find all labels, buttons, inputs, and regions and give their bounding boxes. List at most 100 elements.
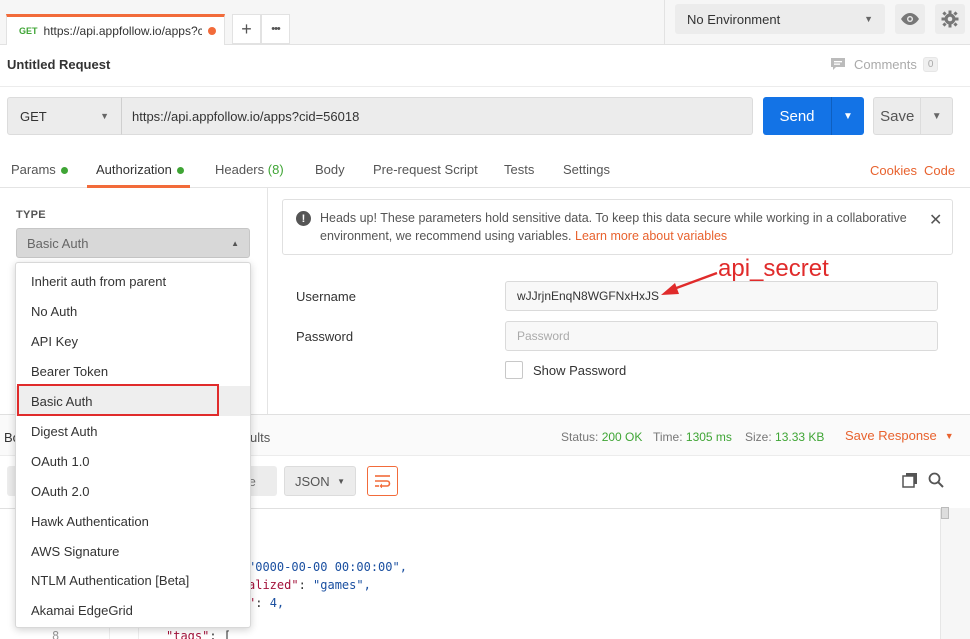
menu-item-api-key[interactable]: API Key (16, 326, 250, 356)
comments-label: Comments (854, 57, 917, 72)
save-options-chevron-icon[interactable]: ▼ (920, 98, 952, 134)
format-select[interactable]: JSON ▼ (284, 466, 356, 496)
tab-prerequest-script[interactable]: Pre-request Script (373, 162, 478, 177)
info-icon: ! (296, 211, 311, 226)
code-punct: : (298, 578, 314, 592)
url-input[interactable]: https://api.appfollow.io/apps?cid=56018 (121, 97, 753, 135)
wrap-icon (375, 475, 391, 488)
menu-item-digest-auth[interactable]: Digest Auth (16, 416, 250, 446)
code-string: "games", (313, 578, 371, 592)
ellipsis-icon: ••• (271, 23, 281, 35)
environment-select[interactable]: No Environment ▼ (675, 4, 885, 34)
code-line: "tags": [ (166, 629, 231, 639)
code-link[interactable]: Code (924, 163, 955, 178)
type-label: TYPE (16, 209, 46, 221)
method-select[interactable]: GET ▼ (7, 97, 122, 135)
status-meta: Status: 200 OK (561, 430, 642, 444)
code-punct: : (255, 596, 270, 610)
headers-count: (8) (267, 162, 284, 177)
environment-quicklook-button[interactable] (895, 4, 925, 34)
annotation-highlight-box (17, 384, 219, 416)
plus-icon: + (241, 18, 252, 39)
tab-authorization-label: Authorization (96, 162, 172, 177)
scrollbar[interactable] (940, 508, 970, 639)
code-line: "0000-00-00 00:00:00", (248, 560, 407, 574)
menu-item-oauth1[interactable]: OAuth 1.0 (16, 446, 250, 476)
annotation-arrow (661, 271, 718, 295)
time-label: Time: (653, 430, 683, 444)
search-icon[interactable] (928, 472, 944, 491)
copy-icon[interactable] (902, 472, 918, 491)
code-line: ": 4, (248, 596, 284, 610)
tab-headers-label: Headers (215, 162, 265, 177)
auth-type-value: Basic Auth (27, 235, 89, 251)
username-field[interactable]: wJJrjnEnqN8WGFNxHxJS (505, 281, 938, 311)
request-title-bar (0, 45, 970, 87)
tab-headers[interactable]: Headers (8) (215, 162, 284, 177)
code-line: alized": "games", (248, 578, 371, 592)
menu-item-no-auth[interactable]: No Auth (16, 296, 250, 326)
save-button[interactable]: Save ▼ (873, 97, 953, 135)
tab-tests[interactable]: Tests (504, 162, 534, 177)
environment-value: No Environment (687, 11, 781, 27)
tab-authorization[interactable]: Authorization (96, 162, 184, 177)
code-key: alized" (248, 578, 299, 592)
auth-type-select[interactable]: Basic Auth ▲ (16, 228, 250, 258)
tab-body[interactable]: Body (315, 162, 345, 177)
username-label: Username (296, 289, 356, 304)
menu-item-akamai-edgegrid[interactable]: Akamai EdgeGrid (16, 595, 250, 625)
save-label: Save (880, 107, 915, 125)
request-tab[interactable]: GET https://api.appfollow.io/apps?ci... (6, 14, 225, 45)
auth-type-menu: Inherit auth from parent No Auth API Key… (15, 262, 251, 628)
new-tab-button[interactable]: + (232, 14, 261, 44)
tab-params[interactable]: Params (11, 162, 68, 177)
scrollbar-thumb[interactable] (941, 507, 949, 519)
save-response-label: Save Response (845, 428, 937, 443)
time-meta: Time: 1305 ms (653, 430, 732, 444)
menu-item-aws-signature[interactable]: AWS Signature (16, 536, 250, 566)
save-response-button[interactable]: Save Response ▼ (845, 428, 954, 443)
comment-icon (831, 58, 845, 70)
status-label: Status: (561, 430, 599, 444)
cookies-link[interactable]: Cookies (870, 163, 917, 178)
code-string: "0000-00-00 00:00:00", (248, 560, 407, 574)
chevron-down-icon: ▼ (864, 14, 873, 24)
menu-item-oauth2[interactable]: OAuth 2.0 (16, 476, 250, 506)
menu-item-inherit-auth[interactable]: Inherit auth from parent (16, 266, 250, 296)
code-line-number: 8 (52, 629, 59, 639)
show-password-label: Show Password (533, 363, 627, 378)
unsaved-dot-icon (208, 27, 216, 35)
menu-item-bearer-token[interactable]: Bearer Token (16, 356, 250, 386)
send-button[interactable]: Send ▼ (763, 97, 864, 135)
menu-item-ntlm-auth[interactable]: NTLM Authentication [Beta] (16, 565, 250, 595)
tab-settings[interactable]: Settings (563, 162, 610, 177)
learn-more-link[interactable]: Learn more about variables (575, 229, 727, 243)
size-label: Size: (745, 430, 772, 444)
chevron-up-icon: ▲ (231, 238, 239, 248)
tab-params-label: Params (11, 162, 56, 177)
code-key: "tags" (166, 629, 210, 639)
request-title[interactable]: Untitled Request (7, 57, 110, 72)
chevron-down-icon: ▼ (337, 476, 345, 486)
environment-settings-button[interactable] (935, 4, 965, 34)
close-icon[interactable]: ✕ (929, 210, 942, 230)
response-tab-test-results[interactable]: ults (250, 430, 270, 445)
wrap-lines-button[interactable] (367, 466, 398, 496)
active-dot-icon (60, 167, 68, 175)
tab-method: GET (19, 26, 38, 36)
menu-item-hawk-auth[interactable]: Hawk Authentication (16, 506, 250, 536)
format-value: JSON (295, 473, 330, 489)
password-label: Password (296, 329, 354, 344)
status-value: 200 OK (601, 430, 643, 444)
gear-icon (941, 10, 959, 28)
divider (664, 0, 665, 45)
tab-options-button[interactable]: ••• (261, 14, 290, 44)
send-options-chevron-icon[interactable]: ▼ (831, 97, 864, 135)
password-field[interactable]: Password (505, 321, 938, 351)
line-number: 8 (52, 629, 60, 639)
active-dot-icon (176, 167, 184, 175)
size-meta: Size: 13.33 KB (745, 430, 824, 444)
comments-button[interactable]: Comments 0 (830, 57, 939, 72)
show-password-checkbox[interactable] (505, 361, 523, 379)
comments-count: 0 (922, 57, 939, 72)
